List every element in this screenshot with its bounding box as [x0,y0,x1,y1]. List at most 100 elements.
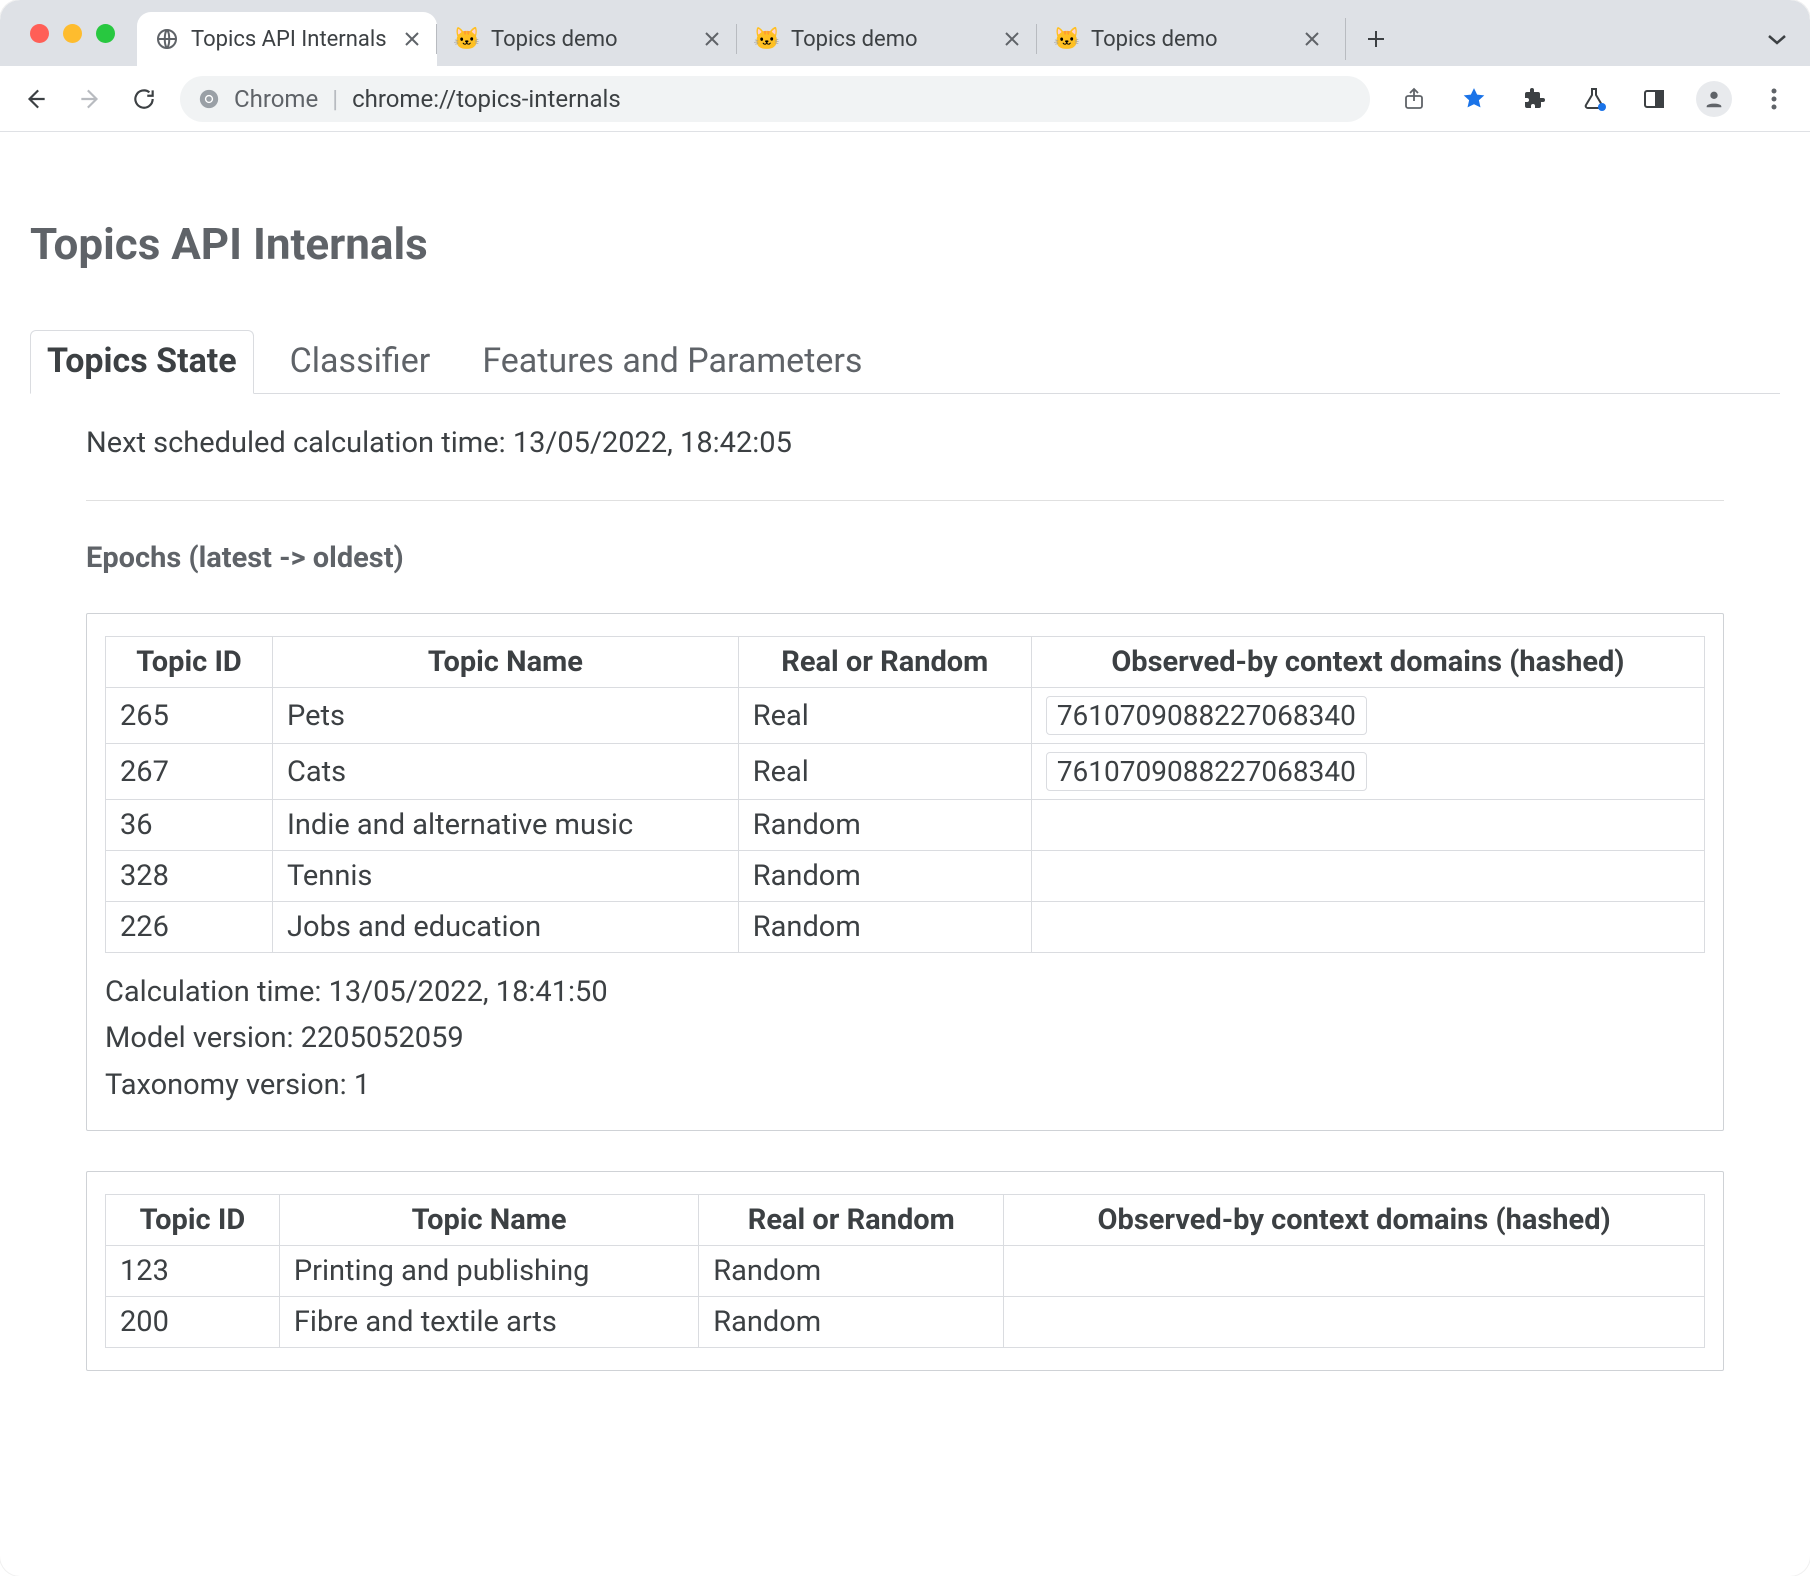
forward-button[interactable] [72,81,108,117]
epochs-heading: Epochs (latest -> oldest) [86,541,1724,575]
table-header-row: Topic ID Topic Name Real or Random Obser… [106,637,1705,688]
globe-icon [155,27,179,51]
window-maximize-button[interactable] [96,24,115,43]
col-topic-name: Topic Name [279,1195,698,1246]
cell-id: 267 [106,744,273,800]
tab-title: Topics demo [491,27,689,52]
page-tabs: Topics State Classifier Features and Par… [30,330,1780,394]
calc-time-value: 13/05/2022, 18:41:50 [329,975,608,1009]
cat-icon: 🐱 [1055,27,1079,51]
calc-time-label: Calculation time: [105,975,321,1009]
cat-icon: 🐱 [755,27,779,51]
cell-id: 200 [106,1297,280,1348]
cell-observed [1031,800,1704,851]
hash-chip: 7610709088227068340 [1046,752,1367,791]
table-row: 265 Pets Real 7610709088227068340 [106,688,1705,744]
window-minimize-button[interactable] [63,24,82,43]
cell-name: Jobs and education [273,902,739,953]
toolbar: Chrome | chrome://topics-internals [0,66,1810,132]
bookmark-star-icon[interactable] [1456,81,1492,117]
next-scheduled-value: 13/05/2022, 18:42:05 [513,426,792,460]
browser-window: Topics API Internals 🐱 Topics demo 🐱 Top… [0,0,1810,1576]
profile-avatar[interactable] [1696,81,1732,117]
reload-button[interactable] [126,81,162,117]
cell-real: Random [699,1246,1004,1297]
cell-real: Random [738,902,1031,953]
cell-observed: 7610709088227068340 [1031,744,1704,800]
cat-icon: 🐱 [455,27,479,51]
cell-real: Real [738,688,1031,744]
browser-tab-0[interactable]: Topics API Internals [137,12,437,66]
sidepanel-icon[interactable] [1636,81,1672,117]
omnibox-brand: Chrome [234,85,318,113]
cell-name: Tennis [273,851,739,902]
omnibox-url: chrome://topics-internals [352,85,621,113]
divider [86,500,1724,501]
share-icon[interactable] [1396,81,1432,117]
browser-tab-3[interactable]: 🐱 Topics demo [1037,12,1337,66]
page-title: Topics API Internals [30,218,1780,270]
cell-id: 265 [106,688,273,744]
table-row: 36 Indie and alternative music Random [106,800,1705,851]
tab-close-button[interactable] [1301,28,1323,50]
model-version-value: 2205052059 [301,1021,464,1055]
tab-close-button[interactable] [1001,28,1023,50]
toolbar-actions [1396,81,1792,117]
tab-strip: Topics API Internals 🐱 Topics demo 🐱 Top… [137,0,1798,66]
col-observed: Observed-by context domains (hashed) [1031,637,1704,688]
window-close-button[interactable] [30,24,49,43]
tab-close-button[interactable] [701,28,723,50]
cell-id: 36 [106,800,273,851]
tab-classifier[interactable]: Classifier [274,331,447,393]
model-version-label: Model version: [105,1021,294,1055]
tab-title: Topics demo [791,27,989,52]
omnibox[interactable]: Chrome | chrome://topics-internals [180,76,1370,122]
cell-observed [1031,851,1704,902]
tabs-overflow-button[interactable] [1756,18,1798,60]
next-scheduled-line: Next scheduled calculation time: 13/05/2… [86,426,1724,460]
cell-id: 328 [106,851,273,902]
back-button[interactable] [18,81,54,117]
extensions-icon[interactable] [1516,81,1552,117]
col-real-random: Real or Random [738,637,1031,688]
tab-title: Topics demo [1091,27,1289,52]
window-controls [0,0,137,66]
col-topic-id: Topic ID [106,1195,280,1246]
table-row: 226 Jobs and education Random [106,902,1705,953]
cell-real: Real [738,744,1031,800]
new-tab-button[interactable] [1345,18,1387,60]
hash-chip: 7610709088227068340 [1046,696,1367,735]
cell-name: Pets [273,688,739,744]
chrome-logo-icon [198,88,220,110]
cell-id: 226 [106,902,273,953]
tab-close-button[interactable] [401,28,423,50]
taxonomy-version-label: Taxonomy version: [105,1068,347,1102]
cell-real: Random [738,851,1031,902]
epoch-table: Topic ID Topic Name Real or Random Obser… [105,636,1705,953]
epoch-meta: Calculation time: 13/05/2022, 18:41:50 M… [105,969,1705,1108]
menu-dots-icon[interactable] [1756,81,1792,117]
tab-topics-state[interactable]: Topics State [30,330,254,394]
col-real-random: Real or Random [699,1195,1004,1246]
cell-name: Fibre and textile arts [279,1297,698,1348]
omnibox-divider: | [332,85,338,113]
table-header-row: Topic ID Topic Name Real or Random Obser… [106,1195,1705,1246]
taxonomy-version-value: 1 [354,1068,370,1102]
tab-features-parameters[interactable]: Features and Parameters [466,331,878,393]
table-row: 123 Printing and publishing Random [106,1246,1705,1297]
labs-flask-icon[interactable] [1576,81,1612,117]
browser-tab-1[interactable]: 🐱 Topics demo [437,12,737,66]
cell-real: Random [738,800,1031,851]
table-row: 267 Cats Real 7610709088227068340 [106,744,1705,800]
cell-observed [1031,902,1704,953]
browser-tab-2[interactable]: 🐱 Topics demo [737,12,1037,66]
epoch-card: Topic ID Topic Name Real or Random Obser… [86,613,1724,1131]
tab-title: Topics API Internals [191,27,389,52]
epoch-card: Topic ID Topic Name Real or Random Obser… [86,1171,1724,1371]
cell-observed [1004,1246,1705,1297]
epoch-table: Topic ID Topic Name Real or Random Obser… [105,1194,1705,1348]
col-topic-name: Topic Name [273,637,739,688]
table-row: 200 Fibre and textile arts Random [106,1297,1705,1348]
cell-real: Random [699,1297,1004,1348]
col-observed: Observed-by context domains (hashed) [1004,1195,1705,1246]
